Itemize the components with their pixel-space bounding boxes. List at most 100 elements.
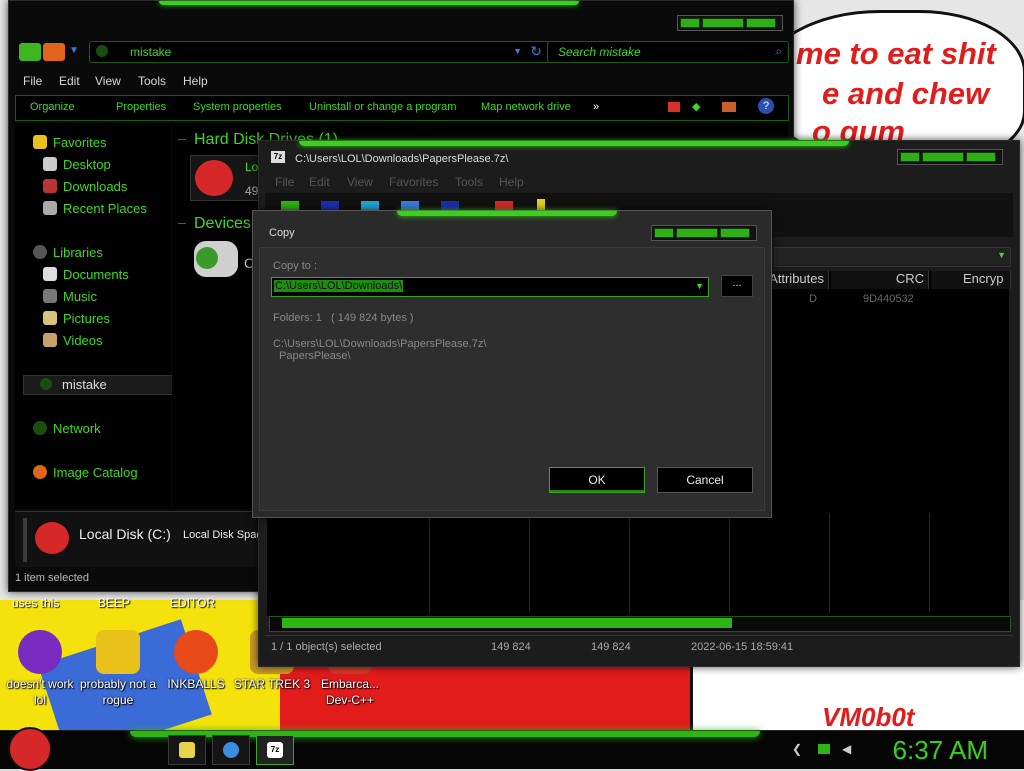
close-button[interactable] xyxy=(966,152,996,162)
cancel-button[interactable]: Cancel xyxy=(657,467,753,493)
computer-icon xyxy=(40,378,52,390)
organize-button[interactable]: Organize xyxy=(30,101,75,113)
nav-image-catalog[interactable]: Image Catalog xyxy=(33,465,138,480)
nav-desktop[interactable]: Desktop xyxy=(43,157,111,172)
menu-help[interactable]: Help xyxy=(499,175,524,189)
nav-libraries[interactable]: Libraries xyxy=(33,245,103,260)
system-properties-button[interactable]: System properties xyxy=(193,101,282,113)
status-bar: 1 / 1 object(s) selected 149 824 149 824… xyxy=(265,635,1013,658)
menu-file[interactable]: File xyxy=(275,175,294,189)
menu-view[interactable]: View xyxy=(95,74,121,88)
view-options-icon[interactable] xyxy=(668,102,680,112)
column-divider xyxy=(529,513,530,613)
nav-documents[interactable]: Documents xyxy=(43,267,129,282)
chevron-down-icon[interactable]: ▼ xyxy=(69,45,79,56)
wallpaper-text-line1: me to eat shit xyxy=(796,36,996,71)
column-crc[interactable]: CRC xyxy=(831,271,929,289)
minimize-button[interactable] xyxy=(680,18,700,28)
start-button-angry-bird-icon[interactable] xyxy=(8,727,52,771)
window-controls[interactable] xyxy=(677,15,783,31)
nav-downloads[interactable]: Downloads xyxy=(43,179,127,194)
window-controls[interactable] xyxy=(651,225,757,241)
map-network-drive-button[interactable]: Map network drive xyxy=(481,101,571,113)
address-bar[interactable]: mistake ▼ ↻ xyxy=(89,41,551,63)
nav-favorites[interactable]: Favorites xyxy=(33,135,106,150)
desktop-icon-yahoo[interactable]: doesn't work lol xyxy=(0,630,80,708)
chevron-down-icon[interactable]: ▼ xyxy=(695,281,704,291)
scrollbar-thumb[interactable] xyxy=(282,618,732,628)
window-controls[interactable] xyxy=(897,149,1003,165)
column-encrypted[interactable]: Encryp xyxy=(931,271,1011,289)
clock[interactable]: 6:37 AM xyxy=(893,735,988,766)
navigation-pane: Favorites Desktop Downloads Recent Place… xyxy=(15,123,175,509)
path-combo[interactable]: ▼ xyxy=(774,247,1011,267)
forward-button[interactable] xyxy=(43,43,65,61)
documents-icon xyxy=(43,267,57,281)
search-box[interactable]: Search mistake ⌕ xyxy=(547,41,789,63)
source-path-line2: PapersPlease\ xyxy=(279,350,351,362)
maximize-button[interactable] xyxy=(922,152,964,162)
preview-pane-icon[interactable] xyxy=(722,102,736,112)
explorer-taskbar-button[interactable] xyxy=(168,735,206,765)
desktop-icon-label: doesn't work lol xyxy=(6,677,74,707)
desktop-icon-rogue[interactable]: probably not a rogue xyxy=(78,630,158,708)
help-icon[interactable]: ? xyxy=(758,98,774,114)
menu-help[interactable]: Help xyxy=(183,74,208,88)
close-button[interactable] xyxy=(720,228,750,238)
show-hidden-icons-icon[interactable]: ❮ xyxy=(792,742,806,756)
back-button[interactable] xyxy=(19,43,41,61)
chevron-down-icon[interactable]: ▼ xyxy=(513,46,522,56)
nav-recent-places[interactable]: Recent Places xyxy=(43,201,147,216)
ok-button[interactable]: OK xyxy=(549,467,645,493)
nav-label: Desktop xyxy=(63,157,111,172)
desktop-icon-label[interactable]: BEEP xyxy=(98,595,130,611)
status-selected: 1 / 1 object(s) selected xyxy=(271,641,382,653)
group-header-devices[interactable]: Devices xyxy=(194,215,251,233)
details-name: Local Disk (C:) xyxy=(79,526,171,542)
chevron-down-icon[interactable]: ◆ xyxy=(692,100,700,113)
more-commands-button[interactable]: » xyxy=(593,101,599,113)
nav-label: Downloads xyxy=(63,179,128,194)
7zip-taskbar-button[interactable]: 7z xyxy=(256,735,294,765)
destination-combo[interactable]: C:\Users\LOL\Downloads\ ▼ xyxy=(271,277,709,297)
menu-tools[interactable]: Tools xyxy=(455,175,483,189)
chrome-taskbar-button[interactable] xyxy=(212,735,250,765)
desktop-icon-label[interactable]: uses this xyxy=(12,595,59,611)
drive-name: Lo xyxy=(245,160,259,174)
uninstall-program-button[interactable]: Uninstall or change a program xyxy=(309,101,456,113)
column-divider xyxy=(429,513,430,613)
nav-network[interactable]: Network xyxy=(33,421,101,436)
network-tray-icon[interactable] xyxy=(818,744,830,754)
horizontal-scrollbar[interactable] xyxy=(269,616,1011,632)
desktop-icon-label[interactable]: EDITOR xyxy=(170,595,215,611)
properties-button[interactable]: Properties xyxy=(116,101,166,113)
refresh-icon[interactable]: ↻ xyxy=(530,43,542,60)
close-button[interactable] xyxy=(746,18,776,28)
cell-attributes: D xyxy=(809,293,817,305)
minimize-button[interactable] xyxy=(654,228,674,238)
menu-bar: File Edit View Tools Help xyxy=(11,71,791,91)
menu-file[interactable]: File xyxy=(23,74,42,88)
column-divider xyxy=(729,513,730,613)
minimize-button[interactable] xyxy=(900,152,920,162)
menu-view[interactable]: View xyxy=(347,175,373,189)
nav-pictures[interactable]: Pictures xyxy=(43,311,110,326)
volume-icon[interactable]: ◀ xyxy=(842,742,856,756)
drive-tile[interactable]: Lo 49 xyxy=(190,155,262,201)
menu-edit[interactable]: Edit xyxy=(59,74,80,88)
maximize-button[interactable] xyxy=(676,228,718,238)
chevron-down-icon[interactable]: ▼ xyxy=(997,250,1006,260)
search-icon[interactable]: ⌕ xyxy=(775,44,782,59)
browse-button[interactable]: ... xyxy=(721,275,753,297)
menu-favorites[interactable]: Favorites xyxy=(389,175,438,189)
nav-videos[interactable]: Videos xyxy=(43,333,103,348)
7zip-logo-icon: 7z xyxy=(271,151,285,163)
maximize-button[interactable] xyxy=(702,18,744,28)
device-icon[interactable] xyxy=(194,241,238,277)
desktop-icon-inkballs[interactable]: INKBALLS xyxy=(156,630,236,692)
menu-tools[interactable]: Tools xyxy=(138,74,166,88)
menu-edit[interactable]: Edit xyxy=(309,175,330,189)
cell-crc: 9D440532 xyxy=(863,293,914,305)
nav-music[interactable]: Music xyxy=(43,289,97,304)
nav-computer[interactable]: mistake xyxy=(23,375,175,395)
